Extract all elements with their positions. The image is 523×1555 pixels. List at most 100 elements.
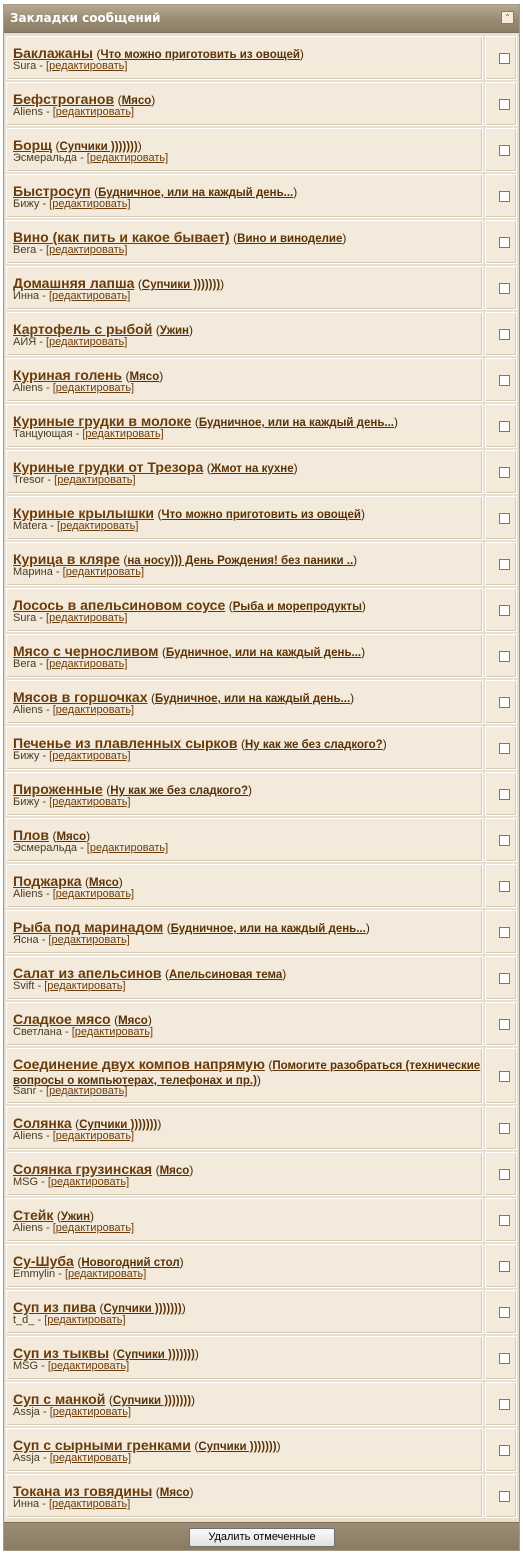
bookmark-checkbox[interactable] — [499, 1071, 510, 1082]
bookmark-title-link[interactable]: Картофель с рыбой — [13, 321, 152, 337]
forum-link[interactable]: Супчики ))))))) — [198, 1441, 276, 1453]
edit-link[interactable]: [редактировать] — [46, 658, 127, 670]
bookmark-checkbox[interactable] — [499, 1353, 510, 1364]
edit-link[interactable]: [редактировать] — [87, 842, 168, 854]
bookmark-checkbox[interactable] — [499, 743, 510, 754]
bookmark-title-link[interactable]: Мясов в горшочках — [13, 689, 148, 705]
edit-link[interactable]: [редактировать] — [46, 336, 127, 348]
forum-link[interactable]: Рыба и морепродукты — [233, 601, 362, 613]
bookmark-title-link[interactable]: Куриные крылышки — [13, 505, 154, 521]
forum-link[interactable]: Ужин — [160, 325, 189, 337]
bookmark-checkbox[interactable] — [499, 421, 510, 432]
bookmark-title-link[interactable]: Суп с манкой — [13, 1391, 105, 1407]
edit-link[interactable]: [редактировать] — [50, 1452, 131, 1464]
edit-link[interactable]: [редактировать] — [57, 520, 138, 532]
edit-link[interactable]: [редактировать] — [50, 1406, 131, 1418]
bookmark-checkbox[interactable] — [499, 53, 510, 64]
bookmark-title-link[interactable]: Куриные грудки от Трезора — [13, 459, 203, 475]
bookmark-checkbox[interactable] — [499, 1169, 510, 1180]
edit-link[interactable]: [редактировать] — [87, 152, 168, 164]
forum-link[interactable]: Жмот на кухне — [211, 463, 294, 475]
bookmark-title-link[interactable]: Суп из тыквы — [13, 1345, 109, 1361]
edit-link[interactable]: [редактировать] — [49, 750, 130, 762]
edit-link[interactable]: [редактировать] — [48, 1176, 129, 1188]
edit-link[interactable]: [редактировать] — [49, 290, 130, 302]
forum-link[interactable]: Вино и виноделие — [237, 233, 342, 245]
bookmark-checkbox[interactable] — [499, 237, 510, 248]
bookmark-checkbox[interactable] — [499, 605, 510, 616]
bookmark-checkbox[interactable] — [499, 145, 510, 156]
bookmark-title-link[interactable]: Солянка грузинская — [13, 1161, 152, 1177]
forum-link[interactable]: Мясо — [160, 1487, 190, 1499]
forum-link[interactable]: Ну как же без сладкого? — [110, 785, 248, 797]
edit-link[interactable]: [редактировать] — [49, 1498, 130, 1510]
edit-link[interactable]: [редактировать] — [54, 474, 135, 486]
bookmark-checkbox[interactable] — [499, 283, 510, 294]
edit-link[interactable]: [редактировать] — [46, 60, 127, 72]
bookmark-title-link[interactable]: Су-Шуба — [13, 1253, 74, 1269]
bookmark-checkbox[interactable] — [499, 467, 510, 478]
bookmark-checkbox[interactable] — [499, 513, 510, 524]
edit-link[interactable]: [редактировать] — [72, 1026, 153, 1038]
bookmark-title-link[interactable]: Курица в кляре — [13, 551, 120, 567]
forum-link[interactable]: Апельсиновая тема — [169, 969, 282, 981]
bookmark-title-link[interactable]: Поджарка — [13, 873, 82, 889]
bookmark-checkbox[interactable] — [499, 1399, 510, 1410]
bookmark-title-link[interactable]: Домашняя лапша — [13, 275, 134, 291]
edit-link[interactable]: [редактировать] — [49, 796, 130, 808]
edit-link[interactable]: [редактировать] — [65, 1268, 146, 1280]
bookmark-checkbox[interactable] — [499, 191, 510, 202]
bookmark-title-link[interactable]: Борщ — [13, 137, 52, 153]
delete-selected-button[interactable]: Удалить отмеченные — [189, 1528, 335, 1547]
bookmark-title-link[interactable]: Токана из говядины — [13, 1483, 152, 1499]
edit-link[interactable]: [редактировать] — [49, 198, 130, 210]
edit-link[interactable]: [редактировать] — [48, 1360, 129, 1372]
bookmark-title-link[interactable]: Баклажаны — [13, 45, 93, 61]
edit-link[interactable]: [редактировать] — [46, 244, 127, 256]
bookmark-title-link[interactable]: Солянка — [13, 1115, 72, 1131]
forum-link[interactable]: Будничное, или на каждый день... — [199, 417, 394, 429]
bookmark-checkbox[interactable] — [499, 881, 510, 892]
bookmark-title-link[interactable]: Стейк — [13, 1207, 53, 1223]
edit-link[interactable]: [редактировать] — [46, 612, 127, 624]
edit-link[interactable]: [редактировать] — [44, 980, 125, 992]
forum-link[interactable]: Будничное, или на каждый день... — [155, 693, 350, 705]
bookmark-title-link[interactable]: Куриные грудки в молоке — [13, 413, 191, 429]
bookmark-checkbox[interactable] — [499, 835, 510, 846]
bookmark-title-link[interactable]: Плов — [13, 827, 49, 843]
edit-link[interactable]: [редактировать] — [48, 934, 129, 946]
bookmark-checkbox[interactable] — [499, 973, 510, 984]
edit-link[interactable]: [редактировать] — [53, 888, 134, 900]
bookmark-checkbox[interactable] — [499, 1019, 510, 1030]
bookmark-title-link[interactable]: Быстросуп — [13, 183, 91, 199]
forum-link[interactable]: Ну как же без сладкого? — [245, 739, 383, 751]
edit-link[interactable]: [редактировать] — [53, 382, 134, 394]
edit-link[interactable]: [редактировать] — [46, 1085, 127, 1097]
bookmark-checkbox[interactable] — [499, 927, 510, 938]
bookmark-title-link[interactable]: Бефстроганов — [13, 91, 114, 107]
bookmark-title-link[interactable]: Пироженные — [13, 781, 103, 797]
edit-link[interactable]: [редактировать] — [53, 1222, 134, 1234]
bookmark-checkbox[interactable] — [499, 1491, 510, 1502]
bookmark-title-link[interactable]: Сладкое мясо — [13, 1011, 111, 1027]
edit-link[interactable]: [редактировать] — [44, 1314, 125, 1326]
bookmark-checkbox[interactable] — [499, 1445, 510, 1456]
forum-link[interactable]: Мясо — [160, 1165, 190, 1177]
bookmark-title-link[interactable]: Суп с сырными гренками — [13, 1437, 191, 1453]
bookmark-checkbox[interactable] — [499, 1261, 510, 1272]
edit-link[interactable]: [редактировать] — [53, 106, 134, 118]
edit-link[interactable]: [редактировать] — [63, 566, 144, 578]
forum-link[interactable]: на носу))) День Рождения! без паники .. — [127, 555, 353, 567]
bookmark-checkbox[interactable] — [499, 329, 510, 340]
forum-link[interactable]: Супчики ))))))) — [142, 279, 220, 291]
forum-link[interactable]: Что можно приготовить из овощей — [162, 509, 361, 521]
bookmark-title-link[interactable]: Вино (как пить и какое бывает) — [13, 229, 230, 245]
forum-link[interactable]: Будничное, или на каждый день... — [171, 923, 366, 935]
edit-link[interactable]: [редактировать] — [53, 704, 134, 716]
bookmark-title-link[interactable]: Куриная голень — [13, 367, 122, 383]
edit-link[interactable]: [редактировать] — [82, 428, 163, 440]
bookmark-title-link[interactable]: Салат из апельсинов — [13, 965, 161, 981]
bookmark-checkbox[interactable] — [499, 789, 510, 800]
bookmark-checkbox[interactable] — [499, 375, 510, 386]
collapse-icon[interactable]: ⌃ — [501, 11, 514, 24]
